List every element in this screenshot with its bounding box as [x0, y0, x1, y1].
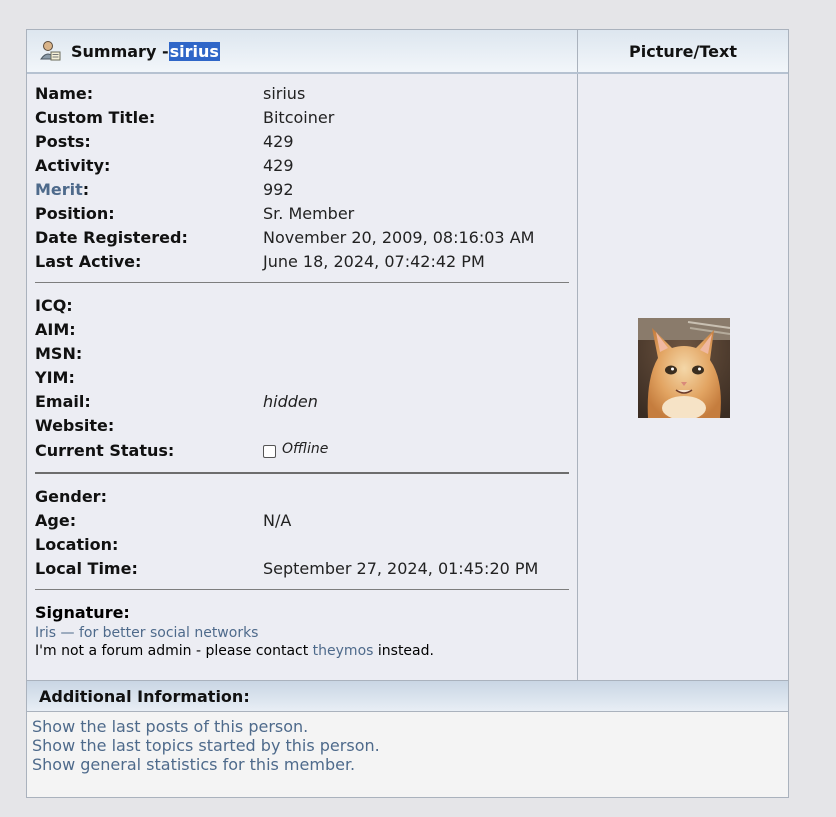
- row-age: Age: N/A: [35, 508, 569, 532]
- icq-label: ICQ:: [35, 295, 73, 315]
- activity-label: Activity:: [35, 155, 111, 175]
- signature-theymos-link[interactable]: theymos: [313, 643, 374, 659]
- row-email: Email: hidden: [35, 389, 569, 413]
- location-label: Location:: [35, 534, 119, 554]
- user-profile-icon: [39, 40, 61, 62]
- picture-panel: [578, 74, 788, 680]
- status-label: Current Status:: [35, 440, 175, 460]
- row-activity: Activity: 429: [35, 153, 569, 177]
- signature-line-1: Iris — for better social networks: [35, 624, 569, 642]
- row-posts: Posts: 429: [35, 129, 569, 153]
- local-time-label: Local Time:: [35, 558, 138, 578]
- yim-label: YIM:: [35, 367, 75, 387]
- row-custom-title: Custom Title: Bitcoiner: [35, 105, 569, 129]
- position-label: Position:: [35, 203, 115, 223]
- row-status: Current Status: Offline: [35, 437, 569, 463]
- posts-value: 429: [263, 131, 294, 151]
- signature-iris-link[interactable]: Iris — for better social networks: [35, 625, 258, 641]
- summary-title-text: Summary -: [71, 41, 169, 61]
- signature-text-after: instead.: [373, 643, 434, 659]
- profile-details: Name: sirius Custom Title: Bitcoiner Pos…: [27, 74, 578, 680]
- signature-text-before: I'm not a forum admin - please contact: [35, 643, 313, 659]
- merit-link[interactable]: Merit: [35, 180, 83, 199]
- merit-label-wrap: Merit:: [35, 180, 263, 199]
- row-date-registered: Date Registered: November 20, 2009, 08:1…: [35, 225, 569, 249]
- kitten-avatar: [638, 318, 730, 418]
- row-last-active: Last Active: June 18, 2024, 07:42:42 PM: [35, 249, 569, 273]
- merit-value: 992: [263, 179, 294, 199]
- offline-status-icon: [263, 444, 276, 458]
- show-last-topics-link[interactable]: Show the last topics started by this per…: [32, 736, 788, 755]
- summary-username[interactable]: sirius: [168, 41, 220, 61]
- last-active-value: June 18, 2024, 07:42:42 PM: [263, 251, 485, 271]
- row-merit: Merit: 992: [35, 177, 569, 201]
- date-registered-value: November 20, 2009, 08:16:03 AM: [263, 227, 535, 247]
- row-website: Website:: [35, 413, 569, 437]
- merit-colon: :: [82, 179, 90, 199]
- row-icq: ICQ:: [35, 293, 569, 317]
- msn-label: MSN:: [35, 343, 83, 363]
- signature-line-2: I'm not a forum admin - please contact t…: [35, 642, 569, 660]
- row-position: Position: Sr. Member: [35, 201, 569, 225]
- additional-info-header: Additional Information:: [27, 680, 788, 712]
- name-value: sirius: [263, 83, 306, 103]
- posts-label: Posts:: [35, 131, 91, 151]
- divider: [35, 589, 569, 590]
- row-msn: MSN:: [35, 341, 569, 365]
- website-label: Website:: [35, 415, 115, 435]
- status-value-wrap: Offline: [263, 441, 328, 460]
- date-registered-label: Date Registered:: [35, 227, 188, 247]
- profile-frame: Summary - sirius Picture/Text Name: siri…: [26, 29, 789, 798]
- gender-label: Gender:: [35, 486, 107, 506]
- custom-title-value: Bitcoiner: [263, 107, 335, 127]
- custom-title-label: Custom Title:: [35, 107, 156, 127]
- summary-title: Summary - sirius: [27, 30, 578, 72]
- show-last-posts-link[interactable]: Show the last posts of this person.: [32, 717, 788, 736]
- position-value: Sr. Member: [263, 203, 355, 223]
- row-name: Name: sirius: [35, 81, 569, 105]
- summary-header: Summary - sirius Picture/Text: [27, 30, 788, 74]
- age-label: Age:: [35, 510, 77, 530]
- row-local-time: Local Time: September 27, 2024, 01:45:20…: [35, 556, 569, 580]
- signature-label: Signature:: [35, 602, 130, 622]
- local-time-value: September 27, 2024, 01:45:20 PM: [263, 558, 539, 578]
- divider: [35, 472, 569, 474]
- row-gender: Gender:: [35, 484, 569, 508]
- email-label: Email:: [35, 391, 91, 411]
- email-value: hidden: [263, 391, 318, 411]
- picture-text-header: Picture/Text: [578, 30, 788, 72]
- age-value: N/A: [263, 510, 292, 530]
- status-value: Offline: [282, 440, 329, 457]
- show-general-stats-link[interactable]: Show general statistics for this member.: [32, 755, 788, 774]
- divider: [35, 282, 569, 283]
- activity-value: 429: [263, 155, 294, 175]
- row-aim: AIM:: [35, 317, 569, 341]
- aim-label: AIM:: [35, 319, 76, 339]
- row-yim: YIM:: [35, 365, 569, 389]
- row-location: Location:: [35, 532, 569, 556]
- last-active-label: Last Active:: [35, 251, 142, 271]
- name-label: Name:: [35, 83, 94, 103]
- additional-info-body: Show the last posts of this person. Show…: [27, 712, 788, 797]
